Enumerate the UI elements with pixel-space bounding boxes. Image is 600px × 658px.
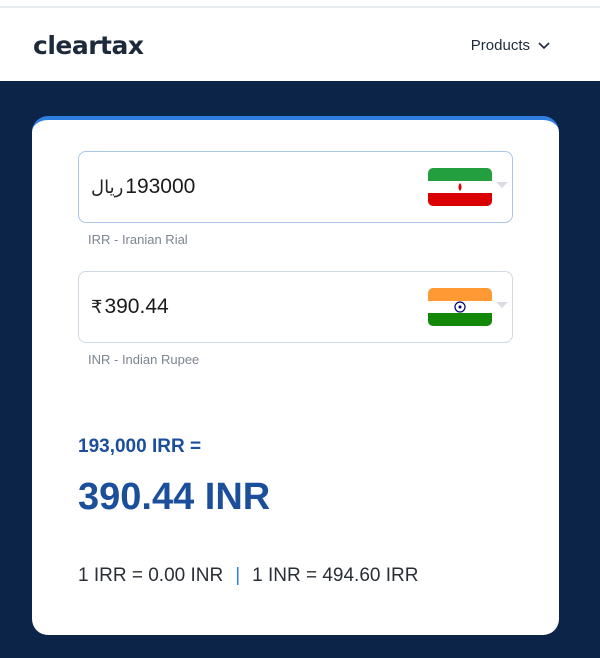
- site-header: cleartax Products: [0, 10, 600, 81]
- exchange-rates: 1 IRR = 0.00 INR | 1 INR = 494.60 IRR: [78, 565, 418, 587]
- products-label: Products: [470, 37, 530, 54]
- rial-symbol: ریال: [91, 176, 124, 197]
- rate-reverse: 1 INR = 494.60 IRR: [252, 565, 419, 586]
- from-currency-dropdown[interactable]: [496, 182, 508, 188]
- top-divider: [0, 0, 600, 8]
- cleartax-logo[interactable]: cleartax: [33, 31, 144, 60]
- result-target: 390.44 INR: [78, 476, 271, 518]
- chevron-down-icon: [538, 41, 550, 50]
- to-amount-input[interactable]: 390.44: [104, 295, 168, 319]
- from-amount-field[interactable]: ریال 193000: [78, 151, 513, 223]
- products-menu[interactable]: Products: [471, 37, 550, 54]
- rupee-symbol: ₹: [91, 296, 103, 317]
- result-source: 193,000 IRR =: [78, 436, 202, 457]
- to-amount-field[interactable]: ₹ 390.44: [78, 271, 513, 343]
- converter-card: ریال 193000 IRR - Iranian Rial ₹ 390.44: [32, 116, 559, 635]
- india-flag-icon[interactable]: [428, 288, 492, 326]
- from-currency-label: IRR - Iranian Rial: [88, 232, 188, 247]
- iran-flag-icon[interactable]: [428, 168, 492, 206]
- to-currency-dropdown[interactable]: [496, 302, 508, 308]
- to-currency-label: INR - Indian Rupee: [88, 352, 200, 367]
- rate-separator: |: [235, 565, 241, 586]
- rate-forward: 1 IRR = 0.00 INR: [78, 565, 224, 586]
- from-amount-input[interactable]: 193000: [125, 175, 195, 199]
